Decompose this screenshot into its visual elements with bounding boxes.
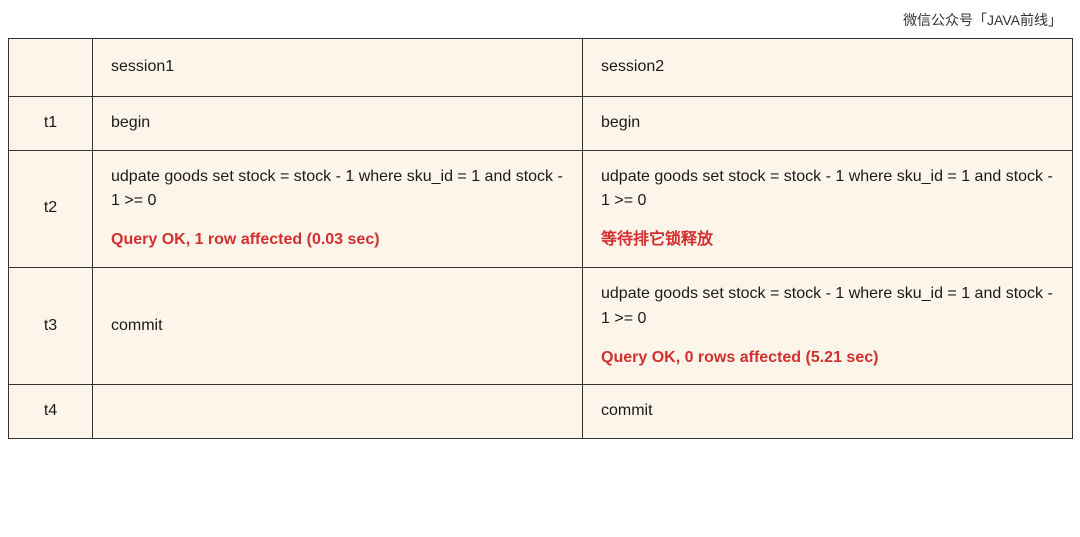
caption: 微信公众号「JAVA前线」: [8, 6, 1072, 38]
sql-text: udpate goods set stock = stock - 1 where…: [601, 165, 1054, 215]
cell-s1: commit: [93, 267, 583, 384]
table-row: t3 commit udpate goods set stock = stock…: [9, 267, 1073, 384]
header-session1: session1: [93, 39, 583, 97]
table-row: t1 begin begin: [9, 96, 1073, 150]
cell-time: t4: [9, 385, 93, 439]
cell-time: t2: [9, 150, 93, 267]
table-header-row: session1 session2: [9, 39, 1073, 97]
result-text: Query OK, 1 row affected (0.03 sec): [111, 228, 564, 253]
sql-text: commit: [601, 399, 1054, 424]
cell-s2: begin: [583, 96, 1073, 150]
cell-s2: udpate goods set stock = stock - 1 where…: [583, 267, 1073, 384]
cell-s2: udpate goods set stock = stock - 1 where…: [583, 150, 1073, 267]
sql-text: begin: [601, 111, 1054, 136]
cell-time: t1: [9, 96, 93, 150]
header-time: [9, 39, 93, 97]
cell-s1: begin: [93, 96, 583, 150]
sql-text: commit: [111, 314, 564, 339]
header-session2: session2: [583, 39, 1073, 97]
cell-s1: [93, 385, 583, 439]
result-text: 等待排它锁释放: [601, 228, 1054, 253]
cell-time: t3: [9, 267, 93, 384]
session-table: session1 session2 t1 begin begin t2 udpa…: [8, 38, 1073, 439]
cell-s2: commit: [583, 385, 1073, 439]
sql-text: udpate goods set stock = stock - 1 where…: [111, 165, 564, 215]
table-row: t2 udpate goods set stock = stock - 1 wh…: [9, 150, 1073, 267]
sql-text: begin: [111, 111, 564, 136]
cell-s1: udpate goods set stock = stock - 1 where…: [93, 150, 583, 267]
sql-text: udpate goods set stock = stock - 1 where…: [601, 282, 1054, 332]
result-text: Query OK, 0 rows affected (5.21 sec): [601, 346, 1054, 371]
table-row: t4 commit: [9, 385, 1073, 439]
